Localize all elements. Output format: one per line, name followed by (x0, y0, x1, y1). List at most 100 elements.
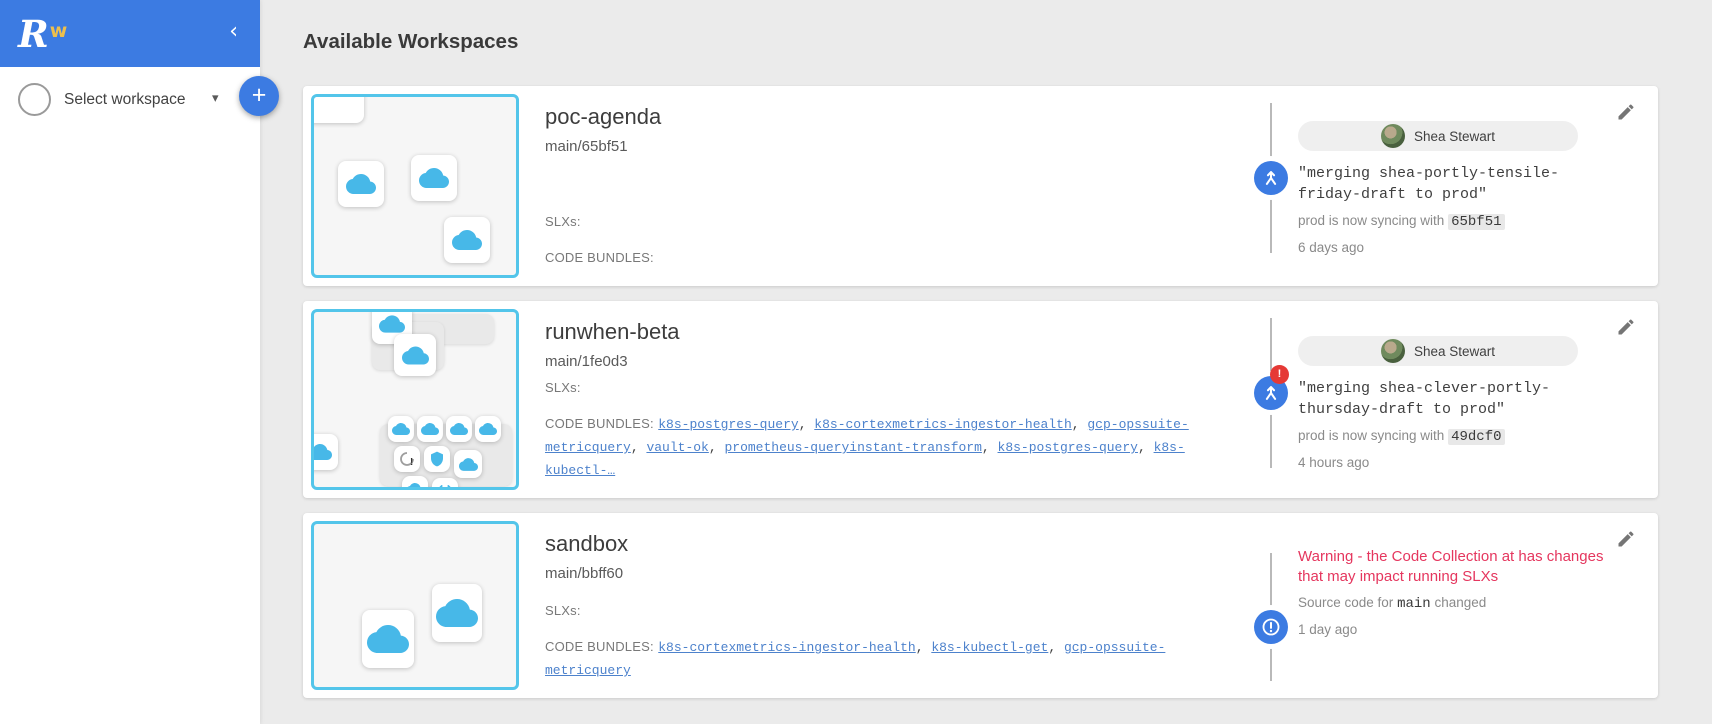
workspace-card-runwhen-beta: ! runwhen-beta main/1fe0d3 SLXs: CODE BU… (303, 301, 1658, 498)
map-tile (394, 334, 436, 376)
slxs-label: SLXs: (545, 214, 581, 229)
cloud-icon (421, 420, 439, 438)
map-tile (432, 478, 458, 487)
map-tile (424, 446, 450, 472)
main-content: Available Workspaces poc-agenda main/65b… (260, 0, 1712, 724)
activity-detail-text: Source code for (1298, 595, 1394, 610)
code-bundle-link[interactable]: k8s-postgres-query (998, 440, 1138, 455)
workspace-info: runwhen-beta main/1fe0d3 SLXs: CODE BUND… (519, 309, 1264, 490)
code-bundles-label: CODE BUNDLES: (545, 250, 654, 265)
page-title: Available Workspaces (303, 30, 519, 53)
svg-text:!: ! (410, 457, 413, 468)
sidebar-header: R w ‹ (0, 0, 260, 67)
workspace-branch-commit: main/1fe0d3 (545, 353, 628, 370)
code-bundle-link[interactable]: k8s-postgres-query (658, 417, 798, 432)
map-tile (311, 434, 338, 470)
map-tile (444, 217, 490, 263)
map-tile (314, 97, 364, 123)
activity-detail: prod is now syncing with 65bf51 (1298, 213, 1650, 230)
workspace-select-label[interactable]: Select workspace (64, 91, 185, 109)
sidebar-collapse-icon[interactable]: ‹ (229, 20, 238, 44)
slxs-label: SLXs: (545, 380, 581, 395)
activity-time: 6 days ago (1298, 240, 1365, 255)
cloud-icon (346, 169, 376, 199)
activity-detail: Source code for main changed (1298, 595, 1650, 612)
pencil-icon (1616, 102, 1636, 122)
user-pill[interactable]: Shea Stewart (1298, 336, 1578, 366)
cloud-icon (459, 455, 478, 474)
cloud-icon (419, 163, 449, 193)
commit-code: 49dcf0 (1448, 429, 1505, 445)
map-tile (432, 584, 482, 642)
workspace-branch-commit: main/65bf51 (545, 138, 628, 155)
activity-time: 1 day ago (1298, 622, 1358, 637)
user-name: Shea Stewart (1413, 128, 1496, 144)
workspace-info: poc-agenda main/65bf51 SLXs: CODE BUNDLE… (519, 94, 1264, 278)
map-tile (454, 450, 482, 478)
user-pill[interactable]: Shea Stewart (1298, 121, 1578, 151)
workspace-name[interactable]: runwhen-beta (545, 319, 1239, 345)
map-tile (475, 416, 501, 442)
activity-message: "merging shea-portly-tensile-friday-draf… (1298, 165, 1560, 203)
workspace-info: sandbox main/bbff60 SLXs: CODE BUNDLES: … (519, 521, 1264, 690)
code-bundles-label: CODE BUNDLES: (545, 639, 654, 654)
map-tile (446, 416, 472, 442)
runwhen-logo[interactable]: R w (18, 11, 67, 56)
activity-time: 4 hours ago (1298, 455, 1370, 470)
logo-letter-r: R (18, 11, 49, 56)
workspace-map-thumbnail[interactable]: ! (311, 309, 519, 490)
map-tile (417, 416, 443, 442)
cloud-icon (479, 420, 497, 438)
code-bundle-link[interactable]: k8s-cortexmetrics-ingestor-health (658, 640, 915, 655)
shield-icon (429, 451, 445, 467)
cloud-icon (392, 420, 410, 438)
workspace-map-thumbnail[interactable] (311, 521, 519, 690)
activity-detail: prod is now syncing with 49dcf0 (1298, 428, 1650, 445)
map-tile (402, 476, 428, 490)
slxs-label: SLXs: (545, 603, 581, 618)
activity-detail-text: prod is now syncing with (1298, 428, 1445, 443)
clock-alert-icon: ! (400, 452, 414, 468)
code-bundle-link[interactable]: prometheus-queryinstant-transform (724, 440, 981, 455)
avatar (1380, 124, 1405, 148)
user-name: Shea Stewart (1413, 343, 1496, 359)
edit-workspace-button[interactable] (1616, 317, 1640, 341)
merge-icon: ! (1254, 365, 1289, 410)
warning-message: Warning - the Code Collection at has cha… (1298, 548, 1604, 585)
workspace-map-thumbnail[interactable] (311, 94, 519, 278)
sidebar: R w ‹ Select workspace ▾ + (0, 0, 279, 724)
activity-message: "merging shea-clever-portly-thursday-dra… (1298, 380, 1551, 418)
edit-workspace-button[interactable] (1616, 102, 1640, 126)
chevron-down-icon[interactable]: ▾ (212, 91, 219, 106)
cloud-icon (367, 618, 409, 660)
merge-icon (1254, 161, 1288, 195)
map-tile: ! (394, 446, 420, 472)
workspace-card-sandbox: sandbox main/bbff60 SLXs: CODE BUNDLES: … (303, 513, 1658, 698)
pencil-icon (1616, 529, 1636, 549)
code-bundle-link[interactable]: k8s-kubectl-get (931, 640, 1048, 655)
add-workspace-button[interactable]: + (239, 76, 279, 116)
map-tile (388, 416, 414, 442)
workspace-name[interactable]: sandbox (545, 531, 1239, 557)
workspace-avatar-placeholder[interactable] (18, 83, 51, 116)
pencil-icon (1616, 317, 1636, 337)
cloud-icon (406, 480, 424, 490)
cloud-icon (436, 592, 478, 634)
commit-code: 65bf51 (1448, 214, 1505, 230)
code-bundles-label: CODE BUNDLES: (545, 416, 654, 431)
activity-panel: Warning - the Code Collection at has cha… (1254, 521, 1650, 690)
activity-detail-text: prod is now syncing with (1298, 213, 1445, 228)
map-tile (338, 161, 384, 207)
code-bundle-link[interactable]: vault-ok (646, 440, 708, 455)
code-bundle-link[interactable]: k8s-cortexmetrics-ingestor-health (814, 417, 1071, 432)
alert-icon (1254, 610, 1288, 644)
activity-detail-text: changed (1434, 595, 1487, 610)
workspace-branch-commit: main/bbff60 (545, 565, 624, 582)
activity-panel: ! Shea Stewart "merging shea-clever-port… (1254, 309, 1650, 490)
workspace-name[interactable]: poc-agenda (545, 104, 1239, 130)
alert-badge: ! (1270, 365, 1289, 384)
cloud-icon (311, 440, 332, 464)
workspace-card-poc-agenda: poc-agenda main/65bf51 SLXs: CODE BUNDLE… (303, 86, 1658, 286)
edit-workspace-button[interactable] (1616, 529, 1640, 553)
workspace-select-row: Select workspace ▾ (0, 80, 260, 140)
